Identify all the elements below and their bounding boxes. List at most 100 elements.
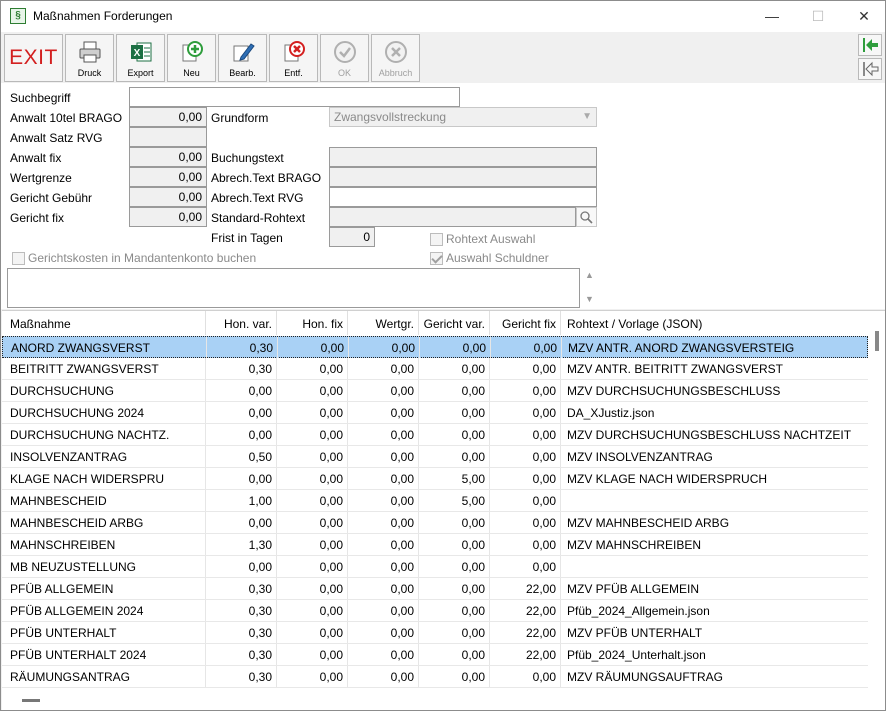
- gerichtskosten-checkbox[interactable]: [12, 252, 25, 265]
- table-cell: MZV ANTR. ANORD ZWANGSVERSTEIG: [568, 341, 795, 355]
- table-row[interactable]: ANORD ZWANGSVERST 0,30 0,00 0,00 0,00 0,00 MZV…: [2, 336, 868, 358]
- search-button[interactable]: [576, 207, 597, 227]
- table-cell: 1,00: [206, 490, 277, 511]
- exit-button[interactable]: EXIT: [4, 34, 63, 82]
- table-cell: 0,00: [277, 512, 348, 533]
- grundform-select[interactable]: Zwangsvollstreckung ▼: [329, 107, 597, 127]
- table-row[interactable]: DURCHSUCHUNG NACHTZ. 0,00 0,00 0,00 0,00 0,00…: [2, 424, 868, 446]
- table-row[interactable]: MAHNSCHREIBEN 1,30 0,00 0,00 0,00 0,00 MZV MAH…: [2, 534, 868, 556]
- table-cell: 0,00: [490, 380, 561, 401]
- table-cell: 0,00: [348, 622, 419, 643]
- abrech-brago-field[interactable]: [329, 167, 597, 187]
- anwalt-10tel-field[interactable]: 0,00: [129, 107, 207, 127]
- table-cell: 0,00: [277, 446, 348, 467]
- table-cell: 0,00: [419, 512, 490, 533]
- col-gericht-var[interactable]: Gericht var.: [419, 311, 490, 335]
- anwalt-10tel-label: Anwalt 10tel BRAGO: [10, 111, 123, 125]
- frist-field[interactable]: 0: [329, 227, 375, 247]
- table-row[interactable]: PFÜB UNTERHALT 0,30 0,00 0,00 0,00 22,00 MZV P…: [2, 622, 868, 644]
- table-row[interactable]: MAHNBESCHEID ARBG 0,00 0,00 0,00 0,00 0,00 MZV…: [2, 512, 868, 534]
- table-cell: 0,00: [419, 424, 490, 445]
- standard-rohtext-field[interactable]: [329, 207, 576, 227]
- buchungstext-field[interactable]: [329, 147, 597, 167]
- col-wertgr[interactable]: Wertgr.: [348, 311, 419, 335]
- new-button[interactable]: Neu: [167, 34, 216, 82]
- table-cell: 0,00: [277, 534, 348, 555]
- table-row[interactable]: DURCHSUCHUNG 2024 0,00 0,00 0,00 0,00 0,00 DA_…: [2, 402, 868, 424]
- table-row[interactable]: MB NEUZUSTELLUNG 0,00 0,00 0,00 0,00 0,00: [2, 556, 868, 578]
- table-row[interactable]: INSOLVENZANTRAG 0,50 0,00 0,00 0,00 0,00 MZV I…: [2, 446, 868, 468]
- abrech-rvg-label: Abrech.Text RVG: [211, 191, 304, 205]
- nav-back-button[interactable]: [858, 58, 882, 80]
- wertgrenze-field[interactable]: 0,00: [129, 167, 207, 187]
- delete-button[interactable]: Entf.: [269, 34, 318, 82]
- table-row[interactable]: KLAGE NACH WIDERSPRU 0,00 0,00 0,00 5,00 0,00…: [2, 468, 868, 490]
- suchbegriff-input[interactable]: [129, 87, 460, 107]
- print-button[interactable]: Druck: [65, 34, 114, 82]
- table-cell: 0,00: [419, 402, 490, 423]
- table-cell: 0,00: [490, 424, 561, 445]
- export-button[interactable]: X Export: [116, 34, 165, 82]
- table-cell: 0,30: [206, 600, 277, 621]
- table-cell: 0,00: [348, 402, 419, 423]
- table-row[interactable]: PFÜB UNTERHALT 2024 0,30 0,00 0,00 0,00 22,00…: [2, 644, 868, 666]
- nav-first-button[interactable]: [858, 34, 882, 56]
- rohtext-auswahl-checkbox[interactable]: [430, 233, 443, 246]
- table-row[interactable]: PFÜB ALLGEMEIN 0,30 0,00 0,00 0,00 22,00 MZV P…: [2, 578, 868, 600]
- horizontal-scroll-grip[interactable]: [22, 699, 40, 702]
- table-cell: 5,00: [419, 490, 490, 511]
- table-row[interactable]: DURCHSUCHUNG 0,00 0,00 0,00 0,00 0,00 MZV DURC…: [2, 380, 868, 402]
- table-cell: 0,50: [206, 446, 277, 467]
- cancel-icon: [385, 41, 407, 63]
- suchbegriff-label: Suchbegriff: [10, 91, 71, 105]
- cancel-button[interactable]: Abbruch: [371, 34, 420, 82]
- gericht-fix-field[interactable]: 0,00: [129, 207, 207, 227]
- grundform-label: Grundform: [211, 111, 269, 125]
- table-cell: 0,00: [490, 490, 561, 511]
- col-gericht-fix[interactable]: Gericht fix: [490, 311, 561, 335]
- anwalt-satz-field[interactable]: [129, 127, 207, 147]
- edit-label: Bearb.: [229, 68, 256, 78]
- ok-button[interactable]: OK: [320, 34, 369, 82]
- table-cell: 1,30: [206, 534, 277, 555]
- edit-icon: [233, 43, 255, 62]
- table-cell: MZV RÄUMUNGSAUFTRAG: [567, 670, 723, 684]
- col-hon-var[interactable]: Hon. var.: [206, 311, 277, 335]
- table-cell: 0,30: [206, 644, 277, 665]
- gerichtskosten-label: Gerichtskosten in Mandantenkonto buchen: [28, 251, 257, 265]
- edit-button[interactable]: Bearb.: [218, 34, 267, 82]
- anwalt-fix-field[interactable]: 0,00: [129, 147, 207, 167]
- gericht-fix-label: Gericht fix: [10, 211, 65, 225]
- table-cell: PFÜB UNTERHALT: [2, 622, 206, 643]
- col-hon-fix[interactable]: Hon. fix: [277, 311, 348, 335]
- table-cell: RÄUMUNGSANTRAG: [2, 666, 206, 687]
- table-cell: 0,00: [419, 534, 490, 555]
- memo-textarea[interactable]: [7, 268, 580, 308]
- rohtext-auswahl-label: Rohtext Auswahl: [446, 232, 536, 246]
- col-rohtext[interactable]: Rohtext / Vorlage (JSON): [561, 311, 868, 335]
- close-button[interactable]: ✕: [841, 1, 886, 32]
- table-cell: 0,00: [490, 446, 561, 467]
- table-row[interactable]: RÄUMUNGSANTRAG 0,30 0,00 0,00 0,00 0,00 MZV RÄ…: [2, 666, 868, 688]
- table-vertical-scrollbar[interactable]: [869, 311, 885, 701]
- table-cell: 0,00: [206, 402, 277, 423]
- table-row[interactable]: PFÜB ALLGEMEIN 2024 0,30 0,00 0,00 0,00 22,00…: [2, 600, 868, 622]
- maximize-button[interactable]: ☐: [795, 1, 841, 32]
- table-cell: 0,00: [277, 556, 348, 577]
- export-label: Export: [127, 68, 154, 78]
- table-cell: DA_XJustiz.json: [567, 406, 655, 420]
- table-row[interactable]: MAHNBESCHEID 1,00 0,00 0,00 5,00 0,00: [2, 490, 868, 512]
- memo-scrollbar[interactable]: ▲ ▼: [583, 268, 597, 308]
- table-row[interactable]: BEITRITT ZWANGSVERST 0,30 0,00 0,00 0,00 0,00…: [2, 358, 868, 380]
- table-cell: 22,00: [490, 644, 561, 665]
- col-massnahme[interactable]: Maßnahme: [2, 311, 206, 335]
- abrech-rvg-field[interactable]: [329, 187, 597, 207]
- table-cell: PFÜB UNTERHALT 2024: [2, 644, 206, 665]
- table-cell: 0,00: [277, 490, 348, 511]
- auswahl-schuldner-checkbox[interactable]: [430, 252, 443, 265]
- minimize-button[interactable]: —: [749, 1, 795, 32]
- gericht-gebuehr-field[interactable]: 0,00: [129, 187, 207, 207]
- cancel-label: Abbruch: [378, 68, 413, 78]
- scroll-thumb[interactable]: [875, 331, 879, 351]
- table-cell: 0,00: [348, 600, 419, 621]
